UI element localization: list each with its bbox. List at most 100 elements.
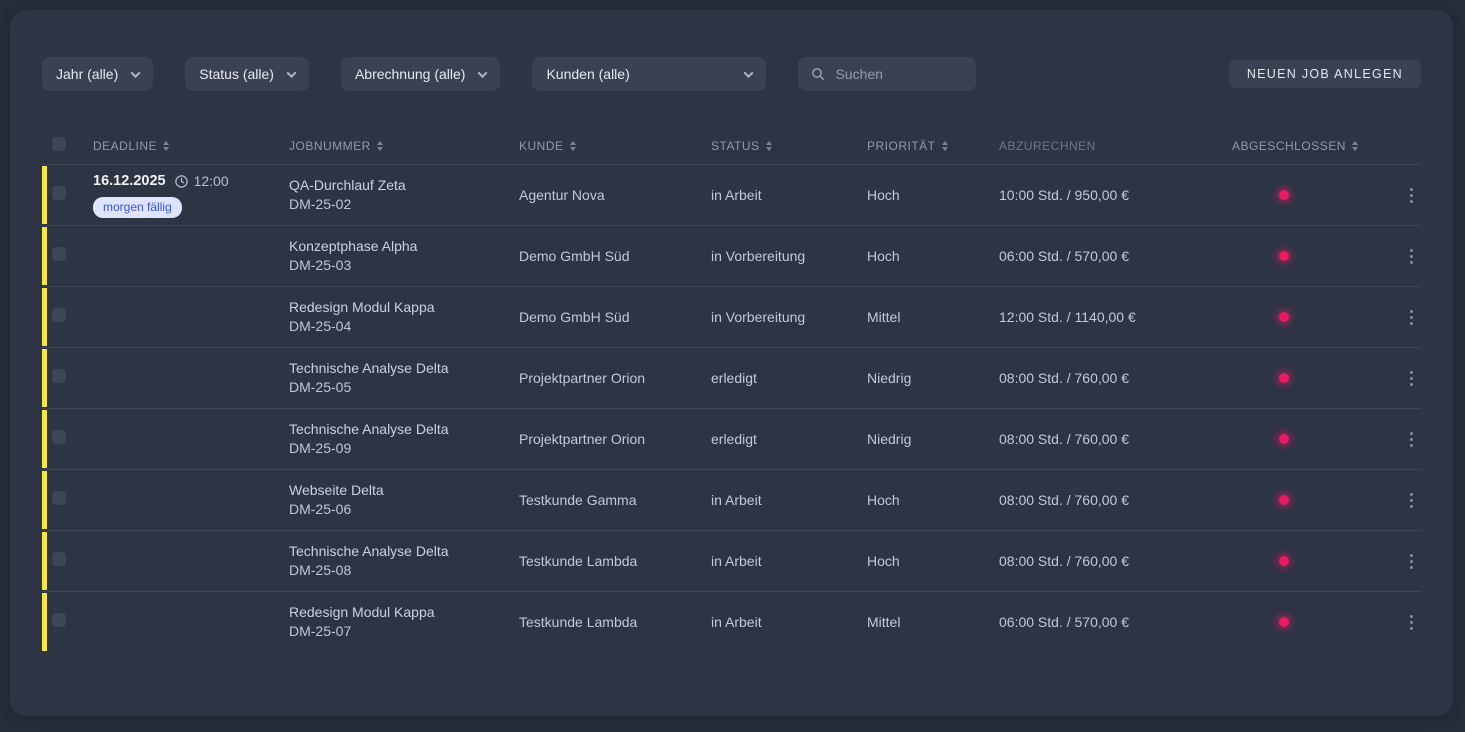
completed-indicator-dot[interactable] xyxy=(1279,556,1289,566)
table-body: 16.12.2025 12:00 morgen fällig QA-Durchl… xyxy=(42,164,1421,652)
job-status: in Vorbereitung xyxy=(711,247,867,266)
billing-amount: 08:00 Std. / 760,00 € xyxy=(999,552,1232,571)
sort-icon xyxy=(377,141,383,151)
search-box[interactable] xyxy=(798,57,976,91)
row-menu-button[interactable] xyxy=(1406,184,1417,207)
search-input[interactable] xyxy=(835,66,945,82)
job-title: Redesign Modul Kappa xyxy=(289,603,519,622)
chevron-down-icon xyxy=(131,68,141,78)
jobs-table: DEADLINE JOBNUMMER KUNDE STATUS PRIORITÄ… xyxy=(10,128,1453,652)
table-header-row: DEADLINE JOBNUMMER KUNDE STATUS PRIORITÄ… xyxy=(42,128,1421,164)
row-checkbox[interactable] xyxy=(52,308,66,322)
sort-icon xyxy=(766,141,772,151)
row-menu-button[interactable] xyxy=(1406,245,1417,268)
row-menu-button[interactable] xyxy=(1406,550,1417,573)
job-priority: Hoch xyxy=(867,186,999,205)
row-checkbox[interactable] xyxy=(52,369,66,383)
customer-name: Demo GmbH Süd xyxy=(519,308,711,327)
job-number: DM-25-05 xyxy=(289,378,519,397)
chevron-down-icon xyxy=(744,68,754,78)
deadline-date: 16.12.2025 xyxy=(93,172,166,192)
filter-toolbar: Jahr (alle) Status (alle) Abrechnung (al… xyxy=(10,10,1453,91)
job-status: erledigt xyxy=(711,369,867,388)
new-job-button[interactable]: NEUEN JOB ANLEGEN xyxy=(1229,60,1421,88)
customer-name: Testkunde Gamma xyxy=(519,491,711,510)
row-checkbox[interactable] xyxy=(52,491,66,505)
filter-abrechnung-dropdown[interactable]: Abrechnung (alle) xyxy=(341,57,501,91)
row-menu-button[interactable] xyxy=(1406,306,1417,329)
row-checkbox[interactable] xyxy=(52,247,66,261)
chevron-down-icon xyxy=(478,68,488,78)
job-title: Konzeptphase Alpha xyxy=(289,237,519,256)
row-menu-button[interactable] xyxy=(1406,367,1417,390)
customer-name: Testkunde Lambda xyxy=(519,552,711,571)
row-menu-button[interactable] xyxy=(1406,611,1417,634)
row-menu-button[interactable] xyxy=(1406,489,1417,512)
filter-status-dropdown[interactable]: Status (alle) xyxy=(185,57,309,91)
filter-jahr-dropdown[interactable]: Jahr (alle) xyxy=(42,57,153,91)
billing-amount: 06:00 Std. / 570,00 € xyxy=(999,613,1232,632)
job-title: Webseite Delta xyxy=(289,481,519,500)
job-list-card: Jahr (alle) Status (alle) Abrechnung (al… xyxy=(10,10,1453,716)
filter-status-label: Status (alle) xyxy=(199,66,274,82)
customer-name: Agentur Nova xyxy=(519,186,711,205)
table-row[interactable]: 16.12.2025 12:00 morgen fällig QA-Durchl… xyxy=(42,164,1421,225)
table-row[interactable]: Konzeptphase Alpha DM-25-03 Demo GmbH Sü… xyxy=(42,225,1421,286)
billing-amount: 08:00 Std. / 760,00 € xyxy=(999,369,1232,388)
column-header-deadline[interactable]: DEADLINE xyxy=(93,139,289,153)
job-number: DM-25-06 xyxy=(289,500,519,519)
filter-kunden-dropdown[interactable]: Kunden (alle) xyxy=(532,57,766,91)
completed-indicator-dot[interactable] xyxy=(1279,434,1289,444)
column-header-jobnummer[interactable]: JOBNUMMER xyxy=(289,139,519,153)
column-header-prioritaet[interactable]: PRIORITÄT xyxy=(867,139,999,153)
row-checkbox[interactable] xyxy=(52,613,66,627)
job-title: Redesign Modul Kappa xyxy=(289,298,519,317)
sort-icon xyxy=(1352,141,1358,151)
chevron-down-icon xyxy=(287,68,297,78)
column-header-abzurechnen: ABZURECHNEN xyxy=(999,139,1232,153)
customer-name: Testkunde Lambda xyxy=(519,613,711,632)
job-title: Technische Analyse Delta xyxy=(289,420,519,439)
sort-icon xyxy=(942,141,948,151)
billing-amount: 10:00 Std. / 950,00 € xyxy=(999,186,1232,205)
billing-amount: 08:00 Std. / 760,00 € xyxy=(999,430,1232,449)
completed-indicator-dot[interactable] xyxy=(1279,190,1289,200)
row-checkbox[interactable] xyxy=(52,186,66,200)
table-row[interactable]: Redesign Modul Kappa DM-25-07 Testkunde … xyxy=(42,591,1421,652)
customer-name: Projektpartner Orion xyxy=(519,430,711,449)
deadline-badge: morgen fällig xyxy=(93,197,182,218)
billing-amount: 08:00 Std. / 760,00 € xyxy=(999,491,1232,510)
table-row[interactable]: Redesign Modul Kappa DM-25-04 Demo GmbH … xyxy=(42,286,1421,347)
job-number: DM-25-09 xyxy=(289,439,519,458)
table-row[interactable]: Technische Analyse Delta DM-25-05 Projek… xyxy=(42,347,1421,408)
completed-indicator-dot[interactable] xyxy=(1279,312,1289,322)
job-title: Technische Analyse Delta xyxy=(289,542,519,561)
filter-kunden-label: Kunden (alle) xyxy=(546,66,629,82)
completed-indicator-dot[interactable] xyxy=(1279,617,1289,627)
column-header-abgeschlossen[interactable]: ABGESCHLOSSEN xyxy=(1232,139,1389,153)
job-status: in Vorbereitung xyxy=(711,308,867,327)
filter-jahr-label: Jahr (alle) xyxy=(56,66,118,82)
customer-name: Projektpartner Orion xyxy=(519,369,711,388)
column-header-kunde[interactable]: KUNDE xyxy=(519,139,711,153)
job-title: QA-Durchlauf Zeta xyxy=(289,176,519,195)
search-icon xyxy=(810,66,826,82)
job-number: DM-25-04 xyxy=(289,317,519,336)
select-all-checkbox[interactable] xyxy=(52,137,66,151)
table-row[interactable]: Webseite Delta DM-25-06 Testkunde Gamma … xyxy=(42,469,1421,530)
customer-name: Demo GmbH Süd xyxy=(519,247,711,266)
row-checkbox[interactable] xyxy=(52,430,66,444)
job-status: in Arbeit xyxy=(711,552,867,571)
completed-indicator-dot[interactable] xyxy=(1279,373,1289,383)
job-title: Technische Analyse Delta xyxy=(289,359,519,378)
billing-amount: 12:00 Std. / 1140,00 € xyxy=(999,308,1232,327)
row-menu-button[interactable] xyxy=(1406,428,1417,451)
job-priority: Niedrig xyxy=(867,369,999,388)
table-row[interactable]: Technische Analyse Delta DM-25-08 Testku… xyxy=(42,530,1421,591)
job-number: DM-25-08 xyxy=(289,561,519,580)
column-header-status[interactable]: STATUS xyxy=(711,139,867,153)
table-row[interactable]: Technische Analyse Delta DM-25-09 Projek… xyxy=(42,408,1421,469)
completed-indicator-dot[interactable] xyxy=(1279,495,1289,505)
row-checkbox[interactable] xyxy=(52,552,66,566)
completed-indicator-dot[interactable] xyxy=(1279,251,1289,261)
